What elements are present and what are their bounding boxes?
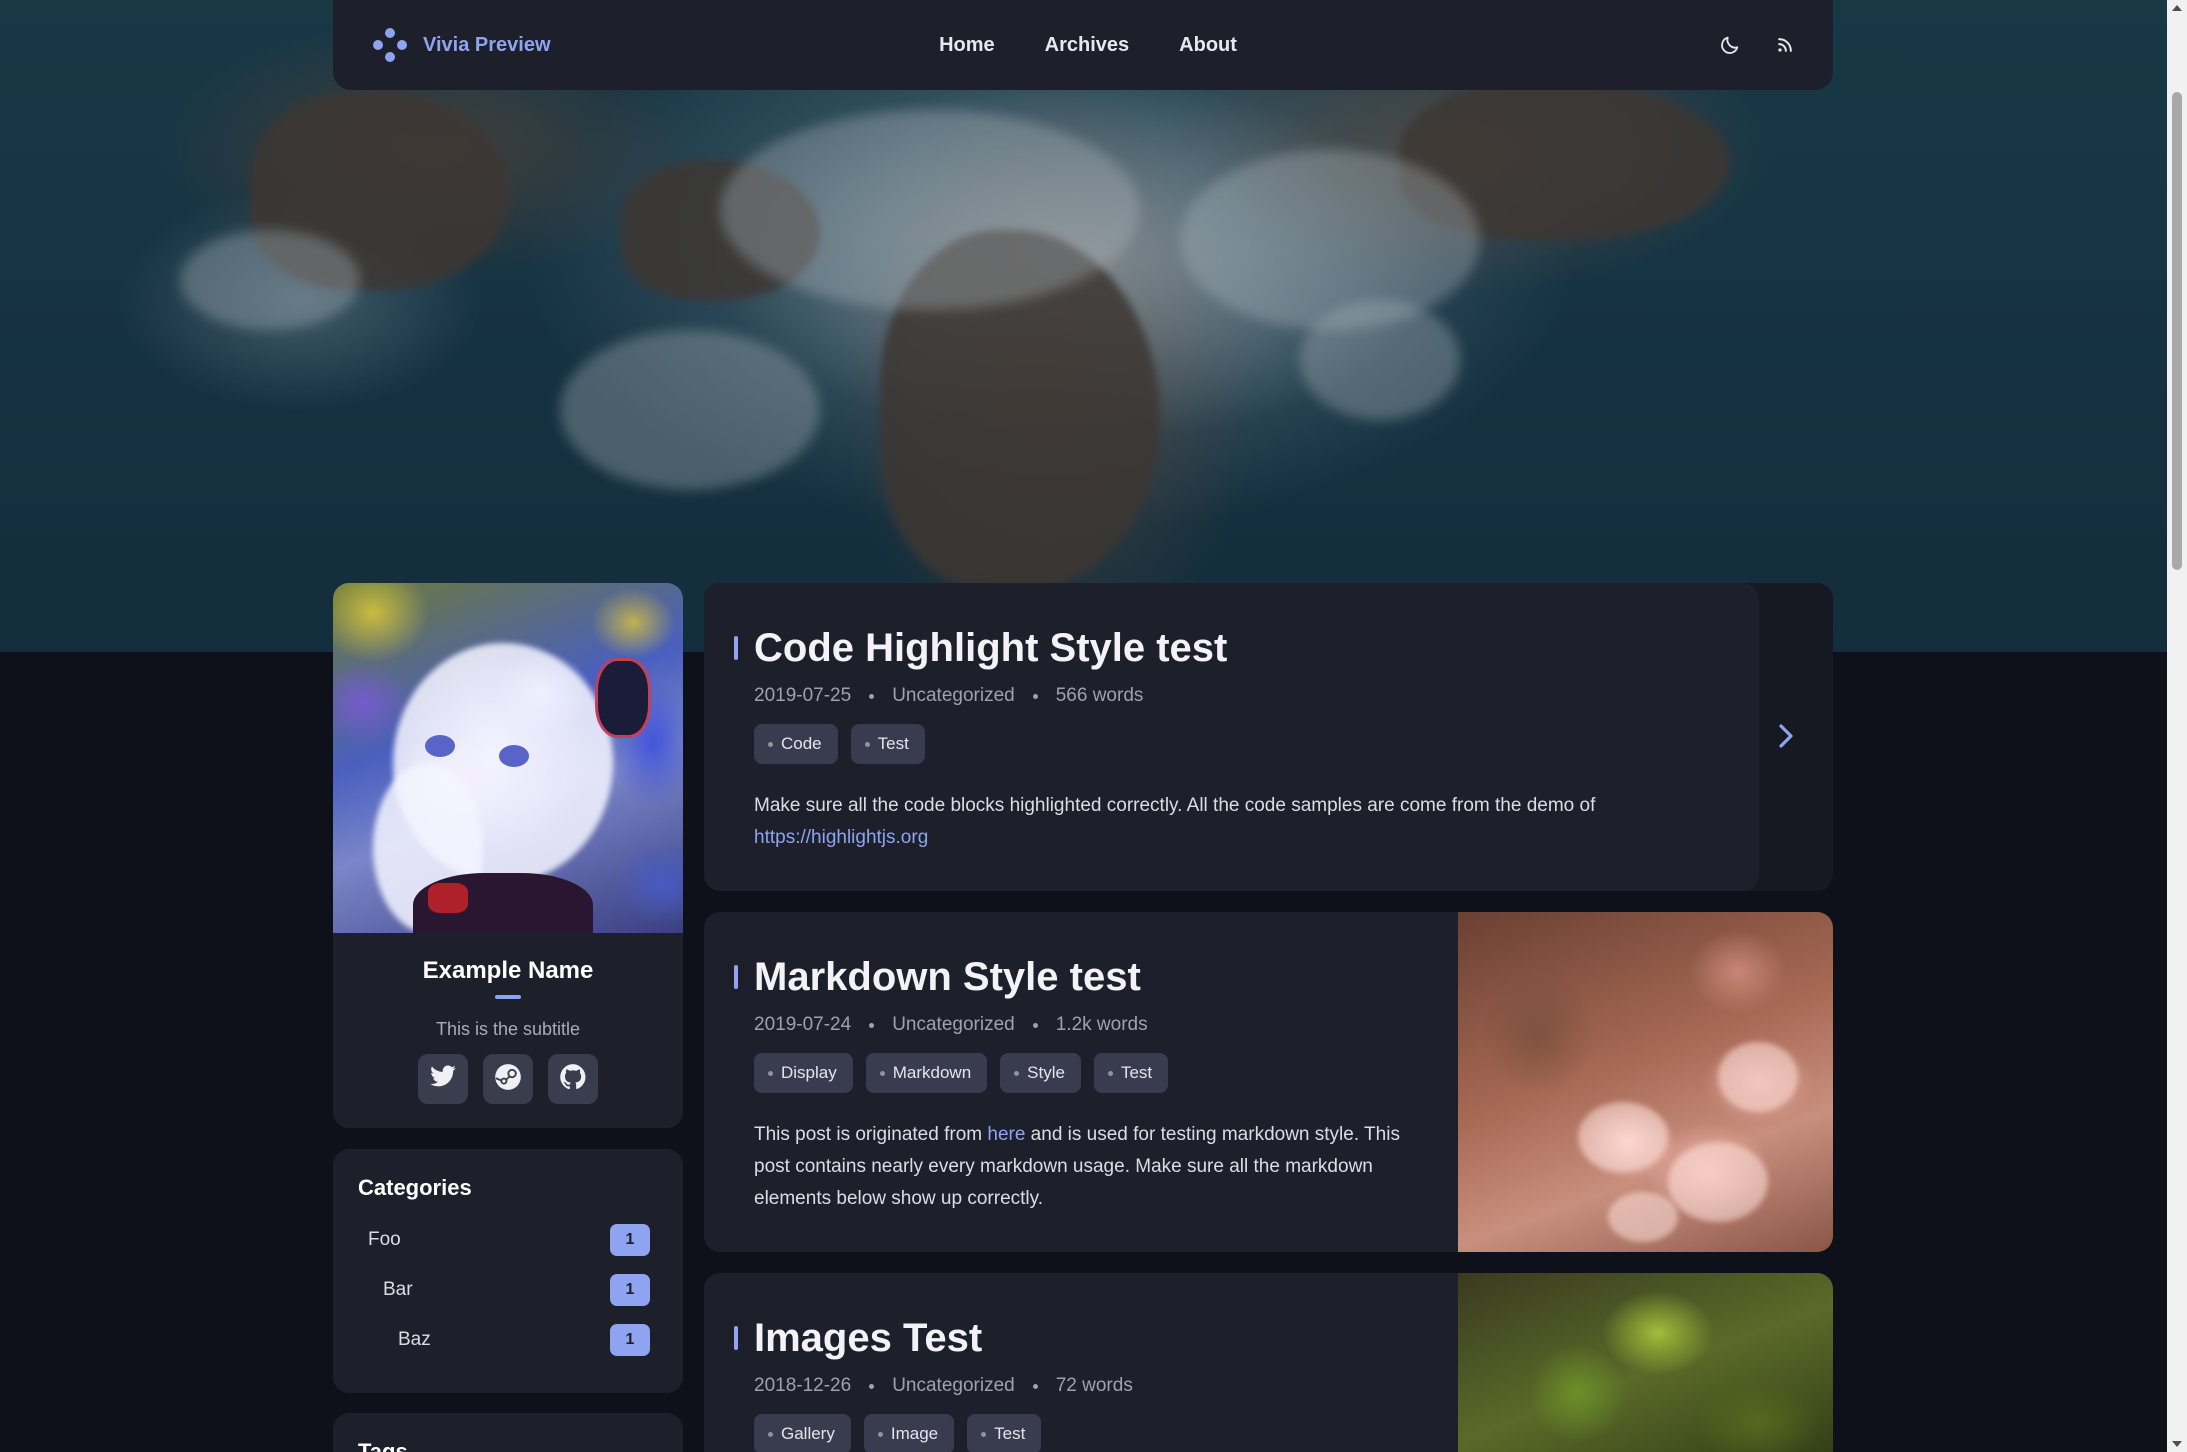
category-name[interactable]: Baz [398,1329,431,1351]
post-word-count: 566 words [1055,685,1144,706]
post-card-images[interactable]: Images Test 2018-12-26 Uncategorized 72 … [704,1273,1833,1452]
tag-image[interactable]: Image [863,1414,955,1452]
excerpt-text: This post is originated from [754,1124,988,1145]
post-excerpt: Make sure all the code blocks highlighte… [754,790,1734,854]
tag-test[interactable]: Test [1093,1053,1169,1093]
post-word-count: 72 words [1055,1375,1133,1396]
meta-separator [1032,693,1038,699]
meta-separator [1032,1022,1038,1028]
scroll-down-arrow-icon[interactable] [2172,1441,2182,1447]
tags-title: Tags [358,1439,408,1452]
category-count-badge: 1 [610,1274,650,1306]
here-link[interactable]: here [987,1124,1025,1145]
tag-code[interactable]: Code [754,724,838,764]
tag-test[interactable]: Test [850,724,925,764]
category-count-badge: 1 [610,1224,650,1256]
post-title[interactable]: Images Test [754,1315,982,1361]
tags-card: Tags [333,1413,683,1452]
category-item-foo[interactable]: Foo 1 [358,1215,658,1265]
hero-banner-image [0,0,2167,652]
tag-label: Test [994,1424,1026,1443]
tag-label: Image [890,1424,939,1443]
post-date: 2019-07-24 [754,1014,852,1035]
steam-button[interactable] [483,1054,533,1104]
profile-subtitle: This is the subtitle [435,1019,581,1039]
tag-markdown[interactable]: Markdown [865,1053,988,1093]
post-meta: 2018-12-26 Uncategorized 72 words [754,1375,1133,1397]
chevron-right-icon[interactable] [1774,721,1798,756]
nav-icons [1719,0,1795,90]
tag-label: Code [781,734,822,753]
tag-style[interactable]: Style [1000,1053,1081,1093]
tag-label: Markdown [892,1063,972,1082]
post-title-row: Code Highlight Style test [734,625,1734,671]
post-card-code-highlight[interactable]: Code Highlight Style test 2019-07-25 Unc… [704,583,1833,891]
post-category[interactable]: Uncategorized [892,1375,1015,1397]
post-tags: Gallery Image Test [754,1414,1133,1452]
post-card-markdown[interactable]: Markdown Style test 2019-07-24 Uncategor… [704,912,1833,1252]
categories-card: Categories Foo 1 Bar 1 Baz 1 [333,1149,683,1393]
post-excerpt: This post is originated from here and is… [754,1119,1434,1215]
post-tags: Display Markdown Style Test [754,1053,1434,1093]
category-item-bar[interactable]: Bar 1 [358,1265,658,1315]
highlightjs-link[interactable]: https://highlightjs.org [754,827,928,848]
tag-label: Style [1027,1063,1065,1082]
avatar [333,583,683,933]
post-meta: 2019-07-24 Uncategorized 1.2k words [754,1014,1434,1036]
nav-home-link[interactable]: Home [939,34,995,57]
tag-test[interactable]: Test [967,1414,1042,1452]
tag-display[interactable]: Display [754,1053,853,1093]
category-name[interactable]: Foo [368,1229,401,1251]
twitter-button[interactable] [418,1054,468,1104]
scroll-up-arrow-icon[interactable] [2172,5,2182,11]
nav-archives-link[interactable]: Archives [1045,34,1130,57]
name-underline [495,995,521,999]
post-category[interactable]: Uncategorized [892,685,1015,707]
profile-name: Example Name [422,957,594,984]
social-links [333,1054,683,1104]
tag-label: Display [781,1063,837,1082]
category-item-baz[interactable]: Baz 1 [358,1315,658,1365]
rss-icon[interactable] [1775,35,1795,55]
top-navbar: Vivia Preview Home Archives About [333,0,1833,90]
post-title[interactable]: Markdown Style test [754,954,1141,1000]
categories-title: Categories [358,1175,472,1200]
post-thumbnail-image[interactable] [1458,912,1833,1252]
profile-card: Example Name This is the subtitle [333,583,683,1128]
category-count-badge: 1 [610,1324,650,1356]
excerpt-text: Make sure all the code blocks highlighte… [754,795,1596,816]
tag-label: Test [1120,1063,1153,1082]
post-tags: Code Test [754,724,1734,764]
post-content: Code Highlight Style test 2019-07-25 Unc… [704,625,1734,854]
tag-label: Gallery [781,1424,835,1443]
meta-separator [869,693,875,699]
nav-links: Home Archives About [333,0,1833,90]
post-content: Images Test 2018-12-26 Uncategorized 72 … [704,1315,1133,1452]
nav-about-link[interactable]: About [1179,34,1237,57]
tag-gallery[interactable]: Gallery [754,1414,851,1452]
page-scrollbar[interactable] [2167,0,2187,1452]
post-content: Markdown Style test 2019-07-24 Uncategor… [704,954,1434,1215]
github-button[interactable] [548,1054,598,1104]
meta-separator [869,1022,875,1028]
github-icon [559,1063,587,1096]
meta-separator [1032,1383,1038,1389]
post-thumbnail-image[interactable] [1458,1273,1833,1452]
post-category[interactable]: Uncategorized [892,1014,1015,1036]
post-date: 2018-12-26 [754,1375,852,1396]
post-title-row: Markdown Style test [734,954,1434,1000]
meta-separator [869,1383,875,1389]
post-meta: 2019-07-25 Uncategorized 566 words [754,685,1734,707]
post-word-count: 1.2k words [1055,1014,1148,1035]
post-title-row: Images Test [734,1315,1133,1361]
post-title[interactable]: Code Highlight Style test [754,625,1227,671]
twitter-icon [429,1064,457,1094]
post-date: 2019-07-25 [754,685,852,706]
moon-icon[interactable] [1719,34,1741,56]
scrollbar-thumb[interactable] [2172,92,2182,570]
category-name[interactable]: Bar [383,1279,413,1301]
steam-icon [494,1063,522,1096]
tag-label: Test [877,734,909,753]
